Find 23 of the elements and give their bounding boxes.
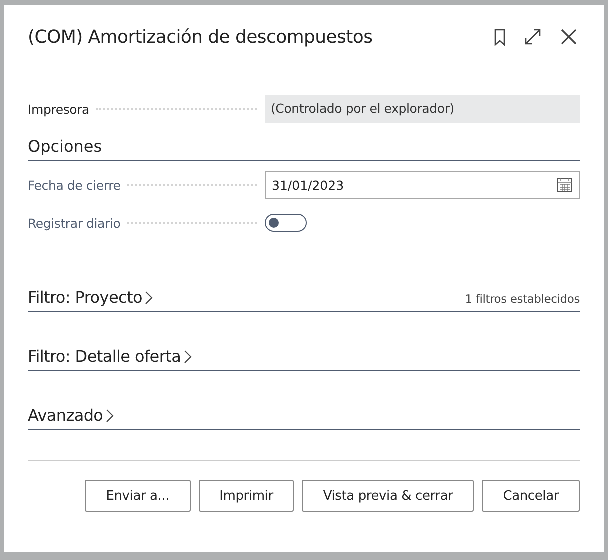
- date-field[interactable]: 31/01/2023: [265, 171, 580, 199]
- printer-field[interactable]: (Controlado por el explorador): [265, 95, 580, 123]
- section-header[interactable]: Filtro: Detalle oferta: [28, 347, 192, 370]
- filter-count: 1 filtros establecidos: [465, 292, 580, 308]
- field-label: Fecha de cierre: [28, 178, 121, 192]
- section-title: Opciones: [28, 137, 102, 156]
- field-label: Impresora: [28, 102, 90, 116]
- expand-icon[interactable]: [524, 28, 542, 46]
- action-button[interactable]: Imprimir: [198, 480, 294, 512]
- section-header[interactable]: Avanzado: [28, 406, 114, 429]
- action-button[interactable]: Enviar a...: [85, 480, 191, 512]
- chevron-icon: [106, 408, 114, 422]
- chevron-icon: [145, 290, 154, 304]
- bookmark-icon[interactable]: [494, 28, 506, 46]
- dialog-title: (COM) Amortización de descompuestos: [28, 26, 373, 48]
- field-label: Registrar diario: [28, 216, 121, 230]
- action-button[interactable]: Vista previa & cerrar: [302, 480, 474, 512]
- close-icon[interactable]: [560, 28, 578, 46]
- calendar-icon[interactable]: [557, 177, 573, 193]
- chevron-icon: [184, 350, 192, 364]
- action-button[interactable]: Cancelar: [482, 480, 580, 512]
- section-header[interactable]: Filtro: Proyecto: [28, 288, 154, 311]
- toggle-switch[interactable]: [265, 214, 307, 232]
